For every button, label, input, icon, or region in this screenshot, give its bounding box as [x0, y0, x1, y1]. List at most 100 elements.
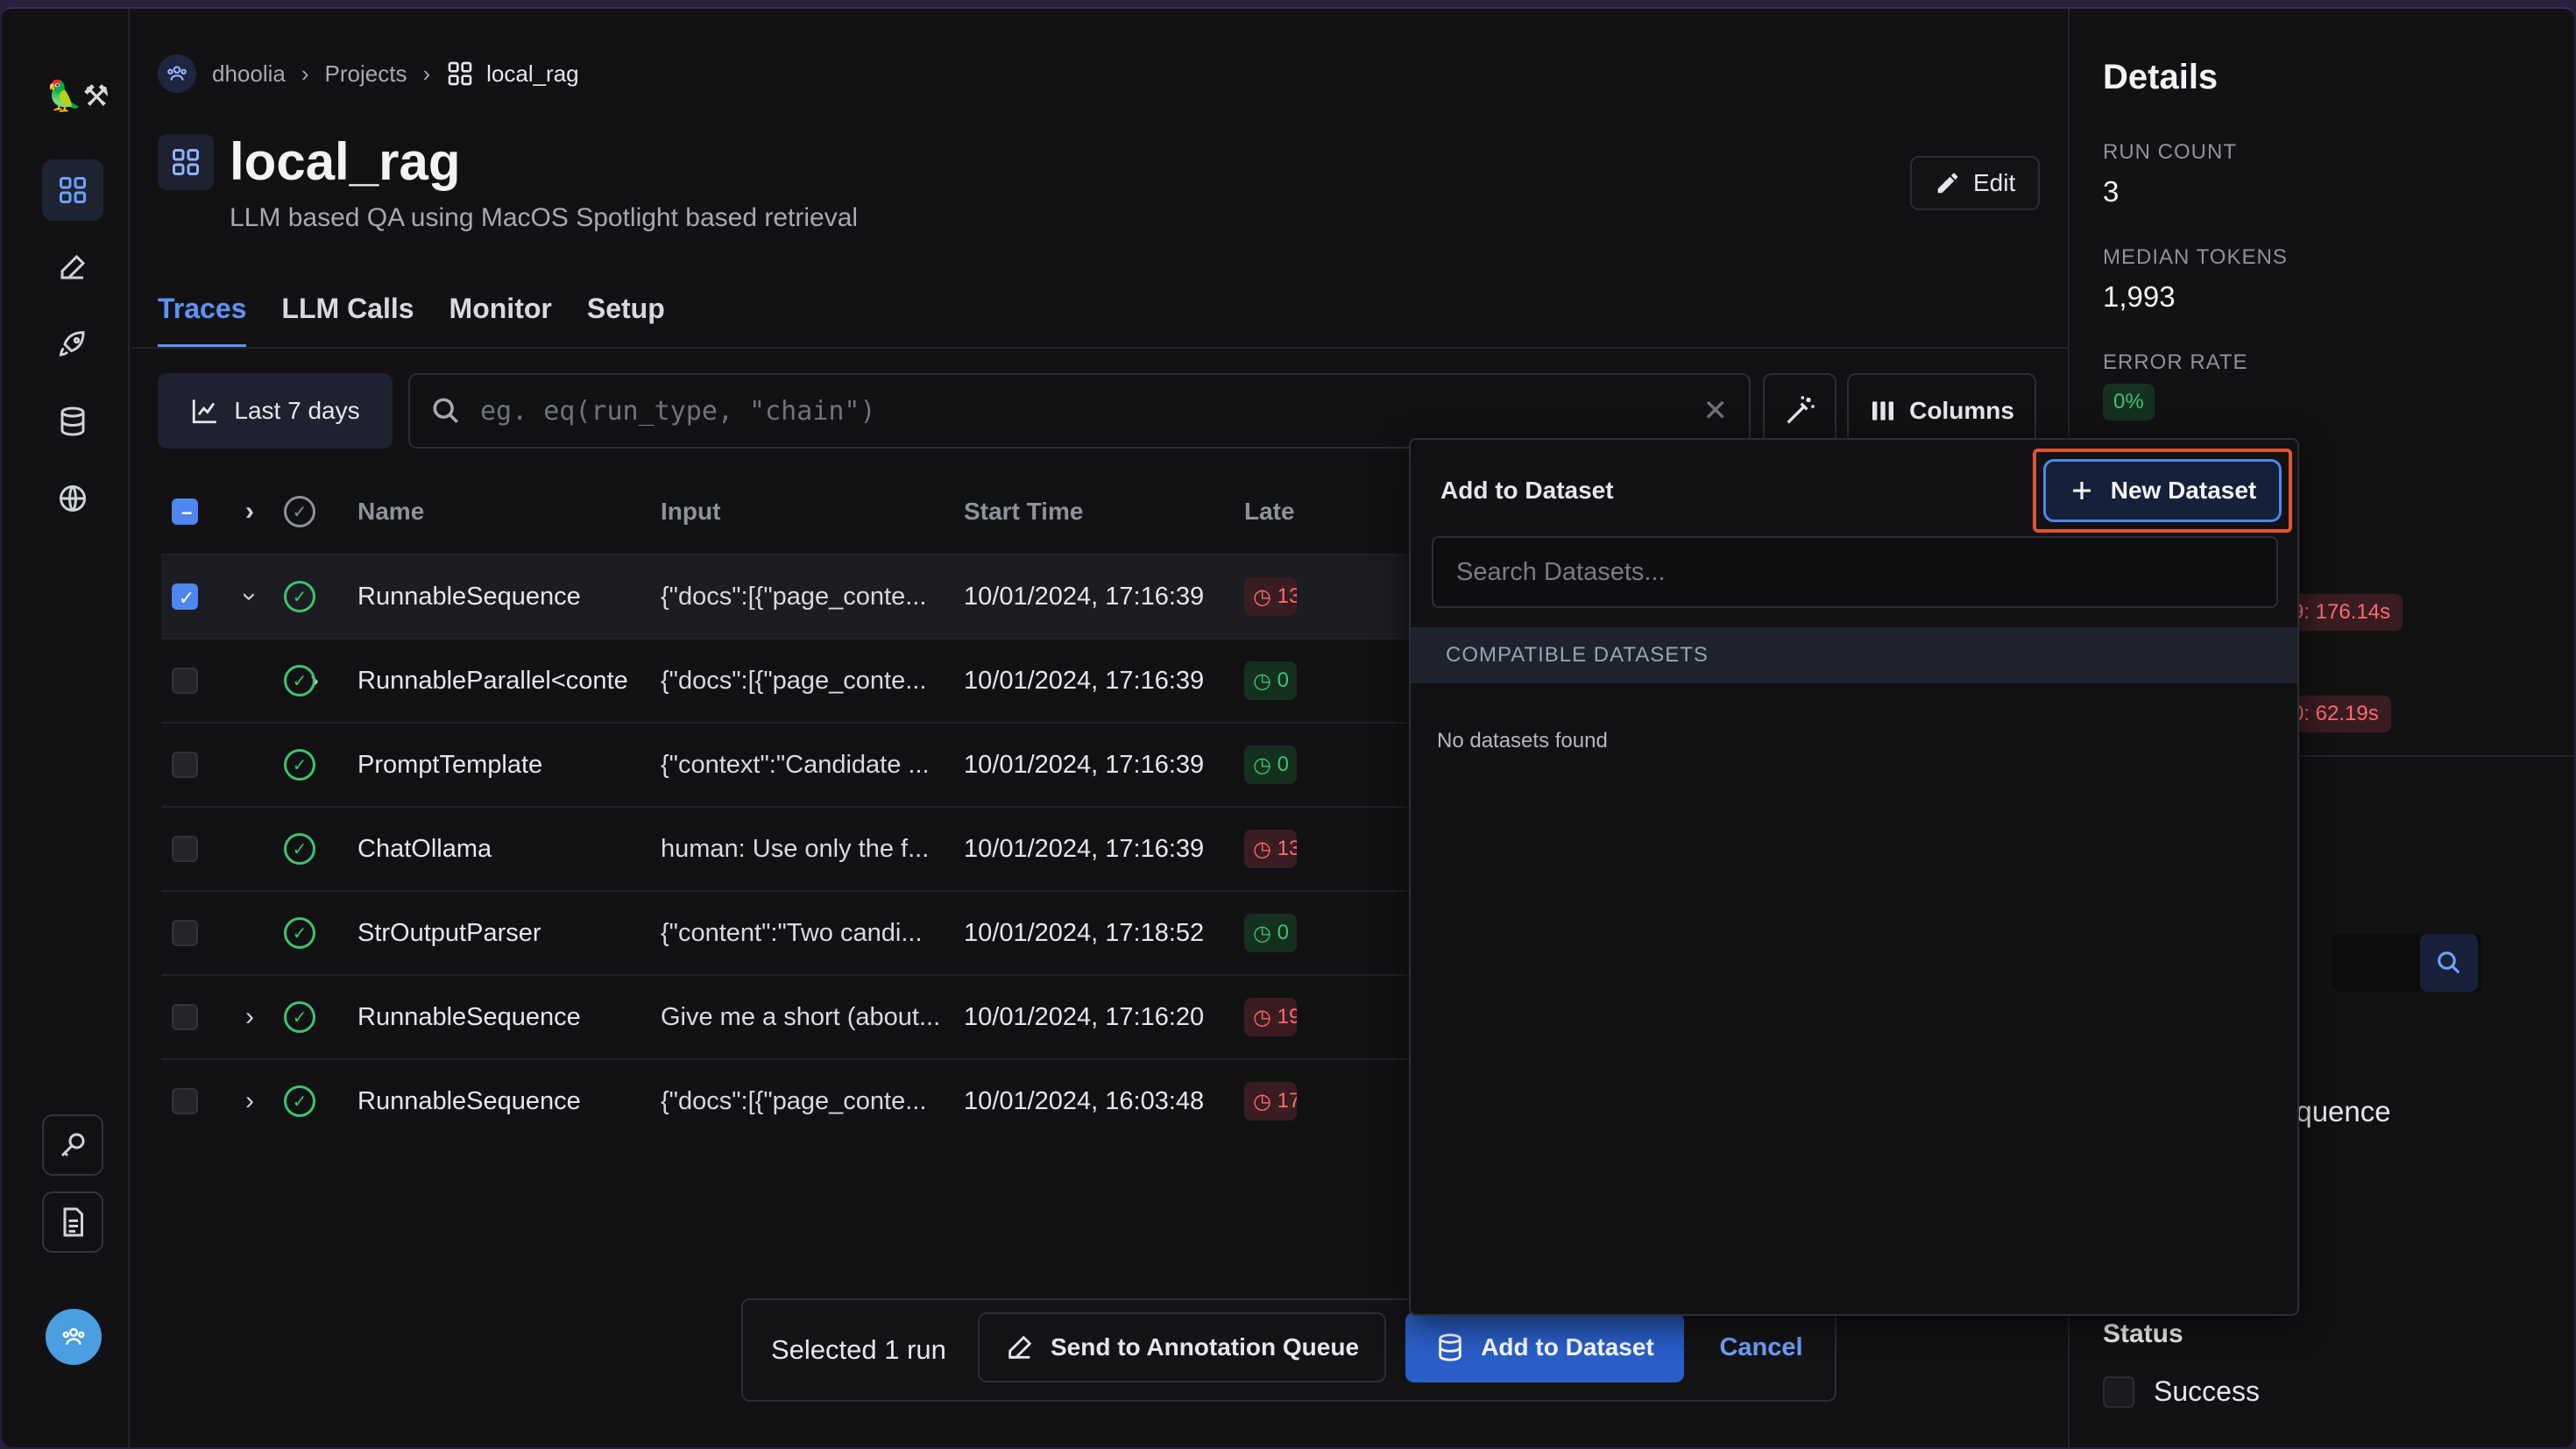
- tab-traces[interactable]: Traces: [158, 293, 247, 348]
- row-checkbox[interactable]: [172, 920, 198, 946]
- details-search-button[interactable]: [2420, 934, 2478, 992]
- breadcrumb-current-label: local_rag: [486, 60, 579, 87]
- run-count-label: RUN COUNT: [2103, 140, 2237, 164]
- cancel-button[interactable]: Cancel: [1709, 1312, 1814, 1382]
- latency-badge: ◷ 0: [1244, 914, 1297, 952]
- run-name: StrOutputParser: [357, 918, 541, 947]
- run-name: RunnableSequence: [357, 1002, 581, 1031]
- error-rate-badge: 0%: [2103, 384, 2155, 421]
- success-icon: ✓: [284, 581, 315, 612]
- run-start-time: 10/01/2024, 17:16:39: [964, 750, 1205, 779]
- datasets-nav-icon[interactable]: [42, 391, 103, 452]
- compatible-datasets-header: COMPATIBLE DATASETS: [1411, 627, 2297, 683]
- success-icon: ✓: [284, 665, 315, 696]
- breadcrumb-org[interactable]: dhoolia: [212, 60, 286, 88]
- pencil-icon: [1937, 173, 1958, 194]
- latency-badge: ◷ 17: [1244, 1082, 1297, 1120]
- run-start-time: 10/01/2024, 17:16:39: [964, 666, 1205, 695]
- row-checkbox[interactable]: [172, 668, 198, 694]
- selected-count: Selected 1 run: [771, 1334, 946, 1365]
- org-icon: [158, 54, 196, 93]
- row-checkbox[interactable]: ✓: [172, 583, 198, 610]
- status-filter-label: Status: [2103, 1319, 2183, 1348]
- user-avatar[interactable]: [46, 1309, 102, 1365]
- status-header-icon: ✓: [284, 496, 315, 527]
- row-checkbox[interactable]: [172, 1004, 198, 1030]
- dataset-search-input[interactable]: [1432, 536, 2278, 608]
- breadcrumb: dhoolia › Projects › local_rag: [158, 54, 579, 93]
- pencil-icon: [1008, 1335, 1032, 1359]
- search-icon: [433, 398, 459, 424]
- table-row[interactable]: › ✓ RunnableSequence Give me a short (ab…: [161, 974, 1563, 1058]
- hub-nav-icon[interactable]: [42, 468, 103, 529]
- send-to-annotation-queue-button[interactable]: Send to Annotation Queue: [978, 1312, 1386, 1382]
- header-input[interactable]: Input: [661, 498, 720, 526]
- run-input: {"context":"Candidate ...: [661, 750, 930, 779]
- table-row[interactable]: ✓ › ✓ RunnableSequence {"docs":[{"page_c…: [161, 554, 1563, 638]
- row-checkbox[interactable]: [172, 1088, 198, 1114]
- error-rate-label: ERROR RATE: [2103, 350, 2248, 374]
- api-key-icon[interactable]: [42, 1114, 103, 1176]
- add-to-dataset-button[interactable]: Add to Dataset: [1405, 1312, 1684, 1382]
- table-row[interactable]: › ✓ RunnableParallel<conte {"docs":[{"pa…: [161, 638, 1563, 722]
- popover-title: Add to Dataset: [1440, 477, 1614, 504]
- chevron-down-icon[interactable]: ›: [235, 592, 265, 601]
- success-icon: ✓: [284, 749, 315, 781]
- clear-icon[interactable]: ✕: [1703, 393, 1729, 428]
- project-description: LLM based QA using MacOS Spotlight based…: [230, 203, 859, 232]
- row-checkbox[interactable]: [172, 752, 198, 778]
- table-row[interactable]: ✓ PromptTemplate {"context":"Candidate .…: [161, 722, 1563, 806]
- date-range-button[interactable]: Last 7 days: [158, 373, 393, 449]
- header-name[interactable]: Name: [357, 498, 424, 526]
- magic-wand-icon: [1787, 396, 1815, 424]
- projects-nav-icon[interactable]: [42, 159, 103, 221]
- run-name: RunnableSequence: [357, 1086, 581, 1115]
- docs-icon[interactable]: [42, 1191, 103, 1253]
- app-window: 🦜⚒ dhoolia › Projects › local_rag local_…: [2, 7, 2574, 1447]
- chevron-right-icon: ›: [301, 60, 309, 87]
- date-range-label: Last 7 days: [234, 397, 360, 424]
- run-name: RunnableSequence: [357, 582, 581, 611]
- select-all-checkbox[interactable]: −: [172, 498, 198, 525]
- breadcrumb-current: local_rag: [446, 60, 579, 88]
- run-start-time: 10/01/2024, 17:16:20: [964, 1002, 1205, 1031]
- edit-label: Edit: [1973, 169, 2016, 196]
- table-header: − › ✓ Name Input Start Time Late: [161, 471, 1563, 552]
- table-row[interactable]: ✓ ChatOllama human: Use only the f... 10…: [161, 806, 1563, 890]
- tab-monitor[interactable]: Monitor: [449, 293, 552, 348]
- deployments-nav-icon[interactable]: [42, 314, 103, 375]
- add-to-dataset-label: Add to Dataset: [1481, 1333, 1654, 1361]
- chevron-right-icon[interactable]: ›: [245, 1086, 254, 1116]
- header-start-time[interactable]: Start Time: [964, 498, 1083, 526]
- breadcrumb-projects[interactable]: Projects: [325, 60, 407, 88]
- edit-button[interactable]: Edit: [1910, 156, 2041, 210]
- latency-badge: ◷ 13: [1244, 577, 1297, 616]
- table-row[interactable]: › ✓ RunnableSequence {"docs":[{"page_con…: [161, 1058, 1563, 1142]
- table-row[interactable]: ✓ StrOutputParser {"content":"Two candi.…: [161, 890, 1563, 974]
- new-dataset-button[interactable]: New Dataset: [2043, 459, 2282, 522]
- columns-label: Columns: [1909, 397, 2014, 424]
- status-success-label: Success: [2154, 1375, 2260, 1407]
- tab-setup[interactable]: Setup: [587, 293, 665, 348]
- run-name: PromptTemplate: [357, 750, 543, 779]
- tabs-divider: [131, 347, 2068, 349]
- latency-badge: ◷ 13: [1244, 830, 1297, 868]
- success-icon: ✓: [284, 917, 315, 949]
- run-input: human: Use only the f...: [661, 834, 930, 863]
- search-icon: [2438, 951, 2460, 974]
- app-logo-icon[interactable]: 🦜⚒: [46, 79, 110, 114]
- success-icon: ✓: [284, 833, 315, 865]
- row-checkbox[interactable]: [172, 836, 198, 862]
- annotation-nav-icon[interactable]: [42, 237, 103, 298]
- tab-llm-calls[interactable]: LLM Calls: [281, 293, 414, 348]
- grid-icon: [448, 61, 472, 86]
- status-success-option[interactable]: Success: [2103, 1375, 2260, 1408]
- chevron-right-icon[interactable]: ›: [245, 1002, 254, 1032]
- run-input: {"content":"Two candi...: [661, 918, 923, 947]
- page-title: local_rag: [230, 132, 461, 191]
- status-success-checkbox[interactable]: [2103, 1375, 2134, 1408]
- header-latency[interactable]: Late: [1244, 498, 1295, 526]
- expand-all-chevron-icon[interactable]: ›: [245, 497, 254, 527]
- database-icon: [1439, 1333, 1461, 1361]
- tab-bar: Traces LLM Calls Monitor Setup: [158, 293, 665, 348]
